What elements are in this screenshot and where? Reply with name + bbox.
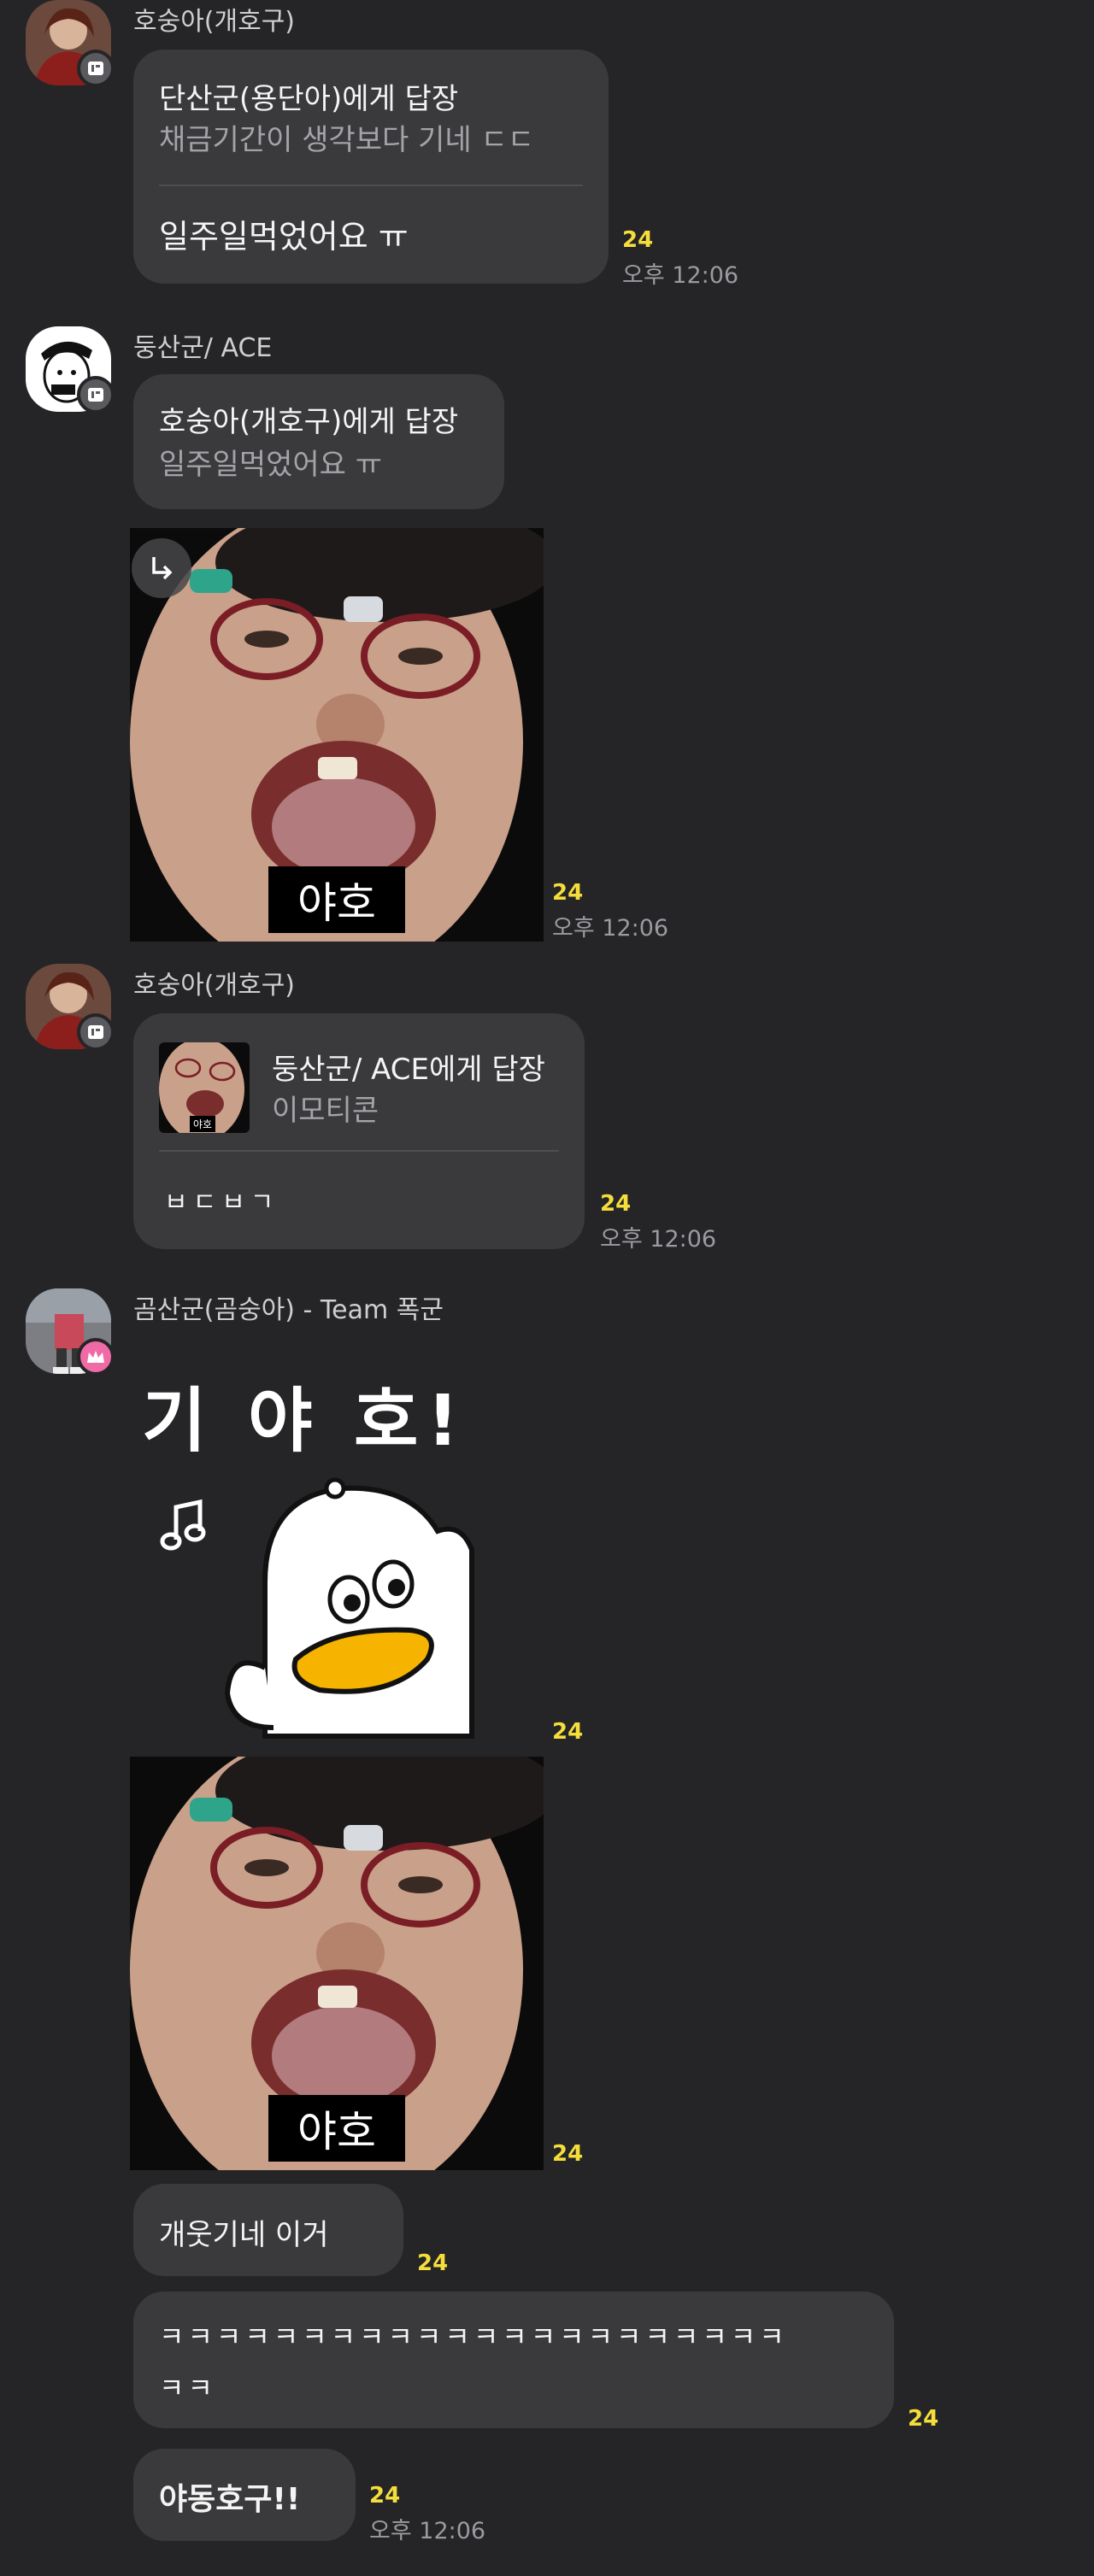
unread-count: 24	[908, 2406, 939, 2432]
reply-quote[interactable]: 이모티콘	[272, 1087, 379, 1129]
message-bubble[interactable]: ㅋㅋㅋㅋㅋㅋㅋㅋㅋㅋㅋㅋㅋㅋㅋㅋㅋㅋㅋㅋㅋㅋ ㅋㅋ	[133, 2291, 894, 2428]
sticker-message[interactable]: 기 야 호!	[137, 1360, 547, 1743]
message-text: 일주일먹었어요 ㅠ	[159, 218, 409, 255]
avatar[interactable]	[26, 964, 115, 1051]
avatar[interactable]	[26, 0, 115, 87]
reply-title: 단산군(용단아)에게 답장	[159, 82, 459, 116]
avatar[interactable]	[26, 326, 115, 414]
message-text: 개웃기네 이거	[159, 2218, 329, 2252]
reply-quote[interactable]: 일주일먹었어요 ㅠ	[159, 441, 382, 483]
thumbnail-caption: 야호	[190, 1116, 216, 1132]
reply-bubble[interactable]: 호숭아(개호구)에게 답장 일주일먹었어요 ㅠ	[133, 374, 504, 509]
divider	[159, 185, 583, 186]
avatar[interactable]	[26, 1288, 115, 1376]
message-text-line-1: ㅋㅋㅋㅋㅋㅋㅋㅋㅋㅋㅋㅋㅋㅋㅋㅋㅋㅋㅋㅋㅋㅋ	[159, 2321, 788, 2353]
unread-count: 24	[622, 227, 654, 253]
crown-icon	[77, 1338, 115, 1376]
photo-caption: 야호	[268, 2095, 405, 2162]
message-bubble[interactable]: 야동호구!!	[133, 2449, 356, 2541]
sender-name[interactable]: 호숭아(개호구)	[133, 964, 295, 1001]
unread-count: 24	[552, 880, 584, 906]
sender-name[interactable]: 곰산군(곰숭아) - Team 폭군	[133, 1288, 444, 1326]
unread-count: 24	[369, 2483, 401, 2509]
manager-badge-icon	[77, 50, 115, 87]
timestamp: 오후 12:06	[369, 2518, 486, 2544]
message-bubble[interactable]: 개웃기네 이거	[133, 2184, 403, 2276]
unread-count: 24	[552, 1719, 584, 1745]
photo-message[interactable]: 야호	[130, 528, 544, 942]
message-text-line-2: ㅋㅋ	[159, 2372, 216, 2404]
sender-name[interactable]: 둥산군/ ACE	[133, 326, 272, 364]
reply-thumbnail[interactable]: 야호	[159, 1042, 250, 1133]
manager-badge-icon	[77, 1013, 115, 1051]
photo-caption: 야호	[268, 866, 405, 933]
photo-message[interactable]: 야호	[130, 1757, 544, 2170]
message-text: ㅂㄷㅂㄱ	[164, 1188, 279, 1218]
duck-sticker-image	[160, 1477, 474, 1739]
reply-quote[interactable]: 채금기간이 생각보다 기네 ㄷㄷ	[159, 116, 534, 158]
reply-bubble[interactable]: 단산군(용단아)에게 답장 채금기간이 생각보다 기네 ㄷㄷ 일주일먹었어요 ㅠ	[133, 50, 609, 284]
timestamp: 오후 12:06	[552, 915, 669, 942]
reply-title: 호숭아(개호구)에게 답장	[159, 405, 459, 439]
manager-badge-icon	[77, 376, 115, 414]
message-text: 야동호구!!	[159, 2482, 301, 2517]
unread-count: 24	[600, 1191, 632, 1217]
unread-count: 24	[552, 2141, 584, 2167]
share-arrow-icon[interactable]	[132, 538, 191, 598]
unread-count: 24	[417, 2250, 449, 2276]
timestamp: 오후 12:06	[600, 1226, 717, 1253]
timestamp: 오후 12:06	[622, 262, 739, 289]
divider	[159, 1150, 559, 1152]
sender-name[interactable]: 호숭아(개호구)	[133, 0, 295, 38]
reply-bubble[interactable]: 야호 둥산군/ ACE에게 답장 이모티콘 ㅂㄷㅂㄱ	[133, 1013, 585, 1249]
reply-title: 둥산군/ ACE에게 답장	[272, 1053, 545, 1087]
